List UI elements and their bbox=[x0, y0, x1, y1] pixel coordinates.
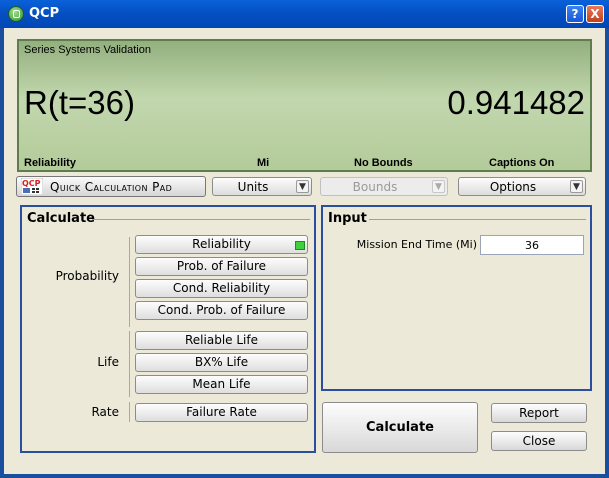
cond-reliability-button[interactable]: Cond. Reliability bbox=[135, 279, 308, 298]
reliability-button[interactable]: Reliability bbox=[135, 235, 308, 254]
chevron-down-icon: ▼ bbox=[296, 180, 309, 193]
result-value: 0.941482 bbox=[447, 84, 585, 121]
title-bar: QCP ? X bbox=[0, 0, 609, 28]
failure-rate-button[interactable]: Failure Rate bbox=[135, 403, 308, 422]
input-panel: Input Mission End Time (Mi) bbox=[321, 205, 592, 391]
result-display: Series Systems Validation R(t=36) 0.9414… bbox=[17, 39, 592, 172]
rate-group-label: Rate bbox=[91, 405, 119, 419]
result-label: R(t=36) bbox=[24, 84, 135, 121]
bounds-label: Bounds bbox=[352, 180, 398, 194]
app-icon bbox=[8, 6, 24, 22]
window-client: Series Systems Validation R(t=36) 0.9414… bbox=[4, 28, 605, 474]
status-bounds: No Bounds bbox=[354, 157, 413, 169]
reliability-button-label: Reliability bbox=[192, 237, 251, 251]
close-button[interactable]: Close bbox=[491, 431, 587, 451]
mission-end-time-label: Mission End Time (Mi) bbox=[356, 238, 477, 251]
input-heading: Input bbox=[328, 211, 367, 226]
calculate-button[interactable]: Calculate bbox=[322, 402, 478, 453]
status-captions: Captions On bbox=[489, 157, 555, 169]
life-group-label: Life bbox=[97, 355, 119, 369]
heading-divider bbox=[92, 219, 310, 220]
options-dropdown[interactable]: Options ▼ bbox=[458, 177, 586, 196]
mission-end-time-input[interactable] bbox=[480, 235, 584, 255]
report-button[interactable]: Report bbox=[491, 403, 587, 423]
status-units: Mi bbox=[257, 157, 270, 169]
units-label: Units bbox=[237, 180, 269, 194]
quick-calculation-pad-button[interactable]: QCP Quick Calculation Pad bbox=[16, 176, 206, 197]
help-button[interactable]: ? bbox=[566, 5, 584, 23]
group-divider bbox=[129, 402, 130, 422]
group-divider bbox=[129, 331, 130, 397]
chevron-down-icon: ▼ bbox=[570, 180, 583, 193]
calculate-heading: Calculate bbox=[27, 211, 95, 226]
selected-indicator-icon bbox=[295, 241, 305, 250]
reliable-life-button[interactable]: Reliable Life bbox=[135, 331, 308, 350]
calculate-panel: Calculate Probability Reliability Prob. … bbox=[20, 205, 316, 453]
units-dropdown[interactable]: Units ▼ bbox=[212, 177, 312, 196]
group-divider bbox=[129, 237, 130, 327]
status-metric: Reliability bbox=[24, 157, 76, 169]
qcp-logo-icon: QCP bbox=[21, 178, 43, 195]
bounds-dropdown[interactable]: Bounds ▼ bbox=[320, 177, 448, 196]
svg-text:QCP: QCP bbox=[22, 179, 41, 188]
window-title: QCP bbox=[29, 6, 60, 21]
bx-life-button[interactable]: BX% Life bbox=[135, 353, 308, 372]
qcp-button-label: Quick Calculation Pad bbox=[50, 180, 173, 194]
window-close-button[interactable]: X bbox=[586, 5, 604, 23]
probability-group-label: Probability bbox=[55, 269, 119, 283]
prob-of-failure-button[interactable]: Prob. of Failure bbox=[135, 257, 308, 276]
display-title: Series Systems Validation bbox=[24, 44, 151, 56]
options-label: Options bbox=[489, 180, 537, 194]
mean-life-button[interactable]: Mean Life bbox=[135, 375, 308, 394]
chevron-down-icon: ▼ bbox=[432, 180, 445, 193]
heading-divider bbox=[369, 219, 586, 220]
cond-prob-of-failure-button[interactable]: Cond. Prob. of Failure bbox=[135, 301, 308, 320]
